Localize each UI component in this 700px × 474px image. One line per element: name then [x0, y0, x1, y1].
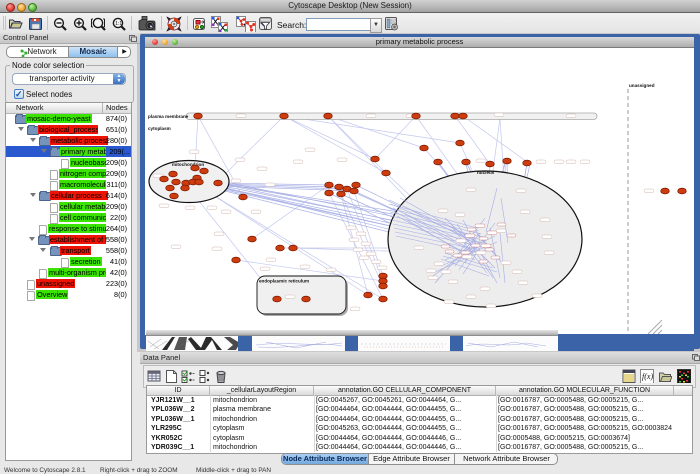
svg-text:nucleus: nucleus — [477, 170, 495, 175]
svg-text:f(x): f(x) — [642, 372, 653, 381]
svg-text:mitochondrion: mitochondrion — [172, 162, 204, 167]
svg-text:cytoplasm: cytoplasm — [148, 126, 171, 131]
svg-text:endoplasmic reticulum: endoplasmic reticulum — [259, 279, 309, 284]
svg-text:1:1: 1:1 — [115, 21, 122, 27]
svg-text:plasma membrane: plasma membrane — [148, 114, 189, 119]
svg-text:unassigned: unassigned — [629, 83, 655, 88]
